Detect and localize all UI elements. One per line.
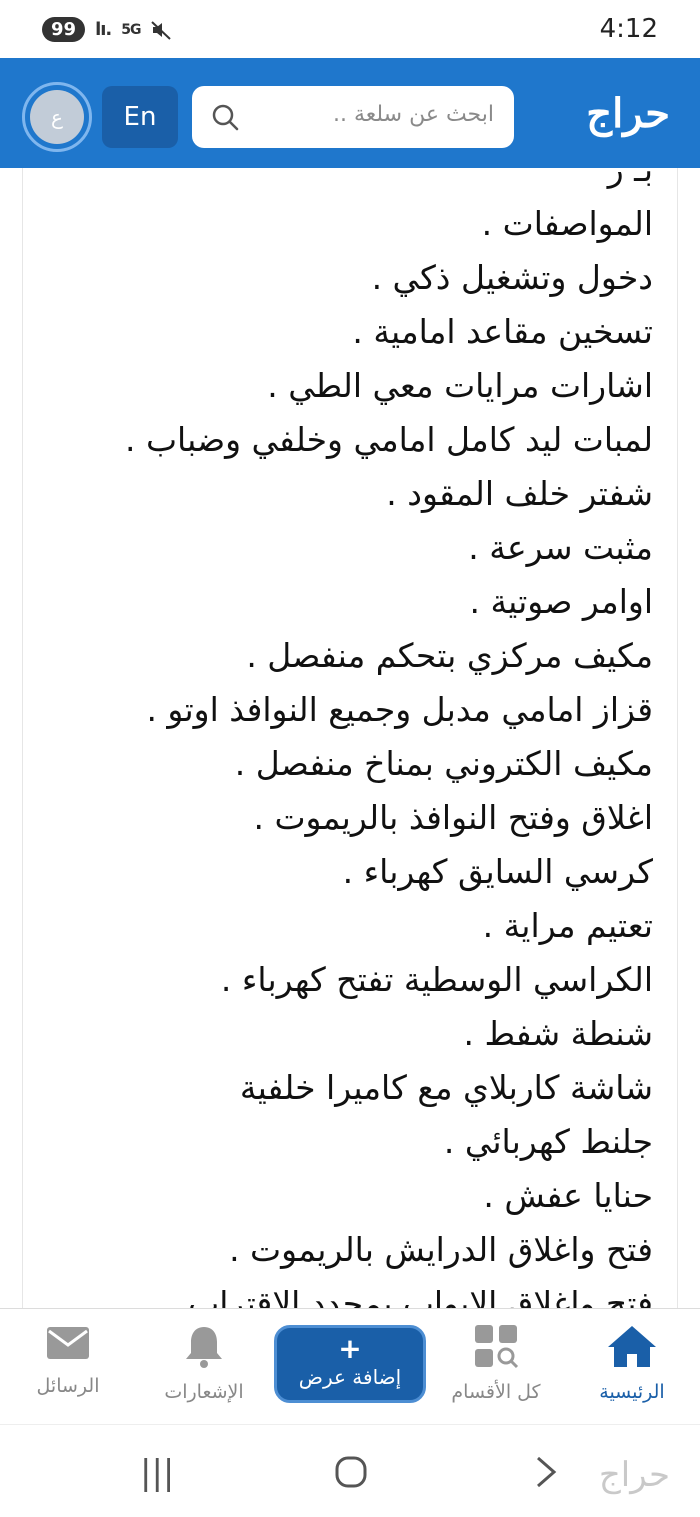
haraj-logo[interactable]: حراج xyxy=(586,90,670,137)
home-circle-icon[interactable] xyxy=(334,1455,368,1489)
nav-categories-label: كل الأقسام xyxy=(451,1381,541,1403)
description-line: لمبات ليد كامل امامي وخلفي وضباب . xyxy=(125,420,653,459)
description-line: مكيف مركزي بتحكم منفصل . xyxy=(246,636,653,675)
description-line: قزاز امامي مدبل وجميع النوافذ اوتو . xyxy=(146,690,653,729)
description-line: اشارات مرايات معي الطي . xyxy=(267,366,653,405)
description-line: فتح واغلاق الدرايش بالريموت . xyxy=(229,1230,653,1269)
avatar: ع xyxy=(30,90,84,144)
signal-icon: lı. xyxy=(95,19,112,40)
profile-button[interactable]: ع xyxy=(22,82,92,152)
description-line: شنطة شفط . xyxy=(463,1014,653,1053)
nav-home-label: الرئيسية xyxy=(599,1381,665,1403)
description-line: شفتر خلف المقود . xyxy=(386,474,653,513)
description-line: اوامر صوتية . xyxy=(469,582,653,621)
notification-count-badge: 99 xyxy=(42,17,86,42)
description-line: تعتيم مراية . xyxy=(482,906,653,945)
app-header: ع En ابحث عن سلعة .. حراج xyxy=(0,58,700,168)
description-line: دخول وتشغيل ذكي . xyxy=(371,258,653,297)
description-line: تسخين مقاعد امامية . xyxy=(352,312,653,351)
ad-description: بـ ر المواصفات . دخول وتشغيل ذكي . تسخين مق… xyxy=(22,168,678,1308)
description-line: كرسي السايق كهرباء . xyxy=(342,852,653,891)
description-line: الكراسي الوسطية تفتح كهرباء . xyxy=(220,960,653,999)
network-icon: 5G xyxy=(121,21,141,38)
search-icon xyxy=(212,104,239,131)
categories-icon xyxy=(475,1325,519,1369)
description-line: فتح واغلاق الابواب بمحدد الاقتراب xyxy=(188,1284,653,1308)
search-input[interactable]: ابحث عن سلعة .. xyxy=(192,86,514,148)
home-icon xyxy=(608,1326,656,1367)
plus-icon: + xyxy=(338,1332,362,1365)
nav-notifications[interactable]: الإشعارات xyxy=(144,1323,264,1403)
bottom-navigation: الرئيسية كل الأقسام + إضافة عرض الإشعارا… xyxy=(0,1308,700,1424)
recent-apps-icon[interactable]: ||| xyxy=(140,1453,174,1493)
description-line: مثبت سرعة . xyxy=(468,528,653,567)
mute-icon xyxy=(151,20,172,40)
nav-messages-label: الرسائل xyxy=(36,1375,100,1397)
description-line: المواصفات . xyxy=(481,204,653,243)
watermark-logo: حراج xyxy=(598,1455,670,1495)
nav-messages[interactable]: الرسائل xyxy=(8,1323,128,1397)
description-line: اغلاق وفتح النوافذ بالريموت . xyxy=(253,798,653,837)
add-offer-button[interactable]: + إضافة عرض xyxy=(274,1325,426,1403)
search-placeholder: ابحث عن سلعة .. xyxy=(332,102,494,127)
nav-home[interactable]: الرئيسية xyxy=(572,1323,692,1403)
back-chevron-icon[interactable] xyxy=(534,1455,558,1489)
mail-icon xyxy=(47,1327,89,1359)
bell-icon xyxy=(186,1327,222,1368)
add-offer-label: إضافة عرض xyxy=(298,1365,402,1389)
nav-notifications-label: الإشعارات xyxy=(164,1381,244,1403)
description-line: بـ ر xyxy=(607,168,653,189)
status-bar: 99 lı. 5G 4:12 xyxy=(0,0,700,58)
description-line: حنايا عفش . xyxy=(483,1176,653,1215)
description-line: جلنط كهربائي . xyxy=(443,1122,653,1161)
nav-categories[interactable]: كل الأقسام xyxy=(436,1323,556,1403)
language-toggle-button[interactable]: En xyxy=(102,86,178,148)
description-line: مكيف الكتروني بمناخ منفصل . xyxy=(234,744,653,783)
clock: 4:12 xyxy=(599,14,658,44)
system-navigation: ||| حراج xyxy=(0,1424,700,1517)
screen: 99 lı. 5G 4:12 ع En ابحث عن سلعة .. حراج… xyxy=(0,0,700,1517)
description-line: شاشة كاربلاي مع كاميرا خلفية xyxy=(239,1068,653,1107)
description-lines: بـ ر المواصفات . دخول وتشغيل ذكي . تسخين مق… xyxy=(33,168,653,1308)
